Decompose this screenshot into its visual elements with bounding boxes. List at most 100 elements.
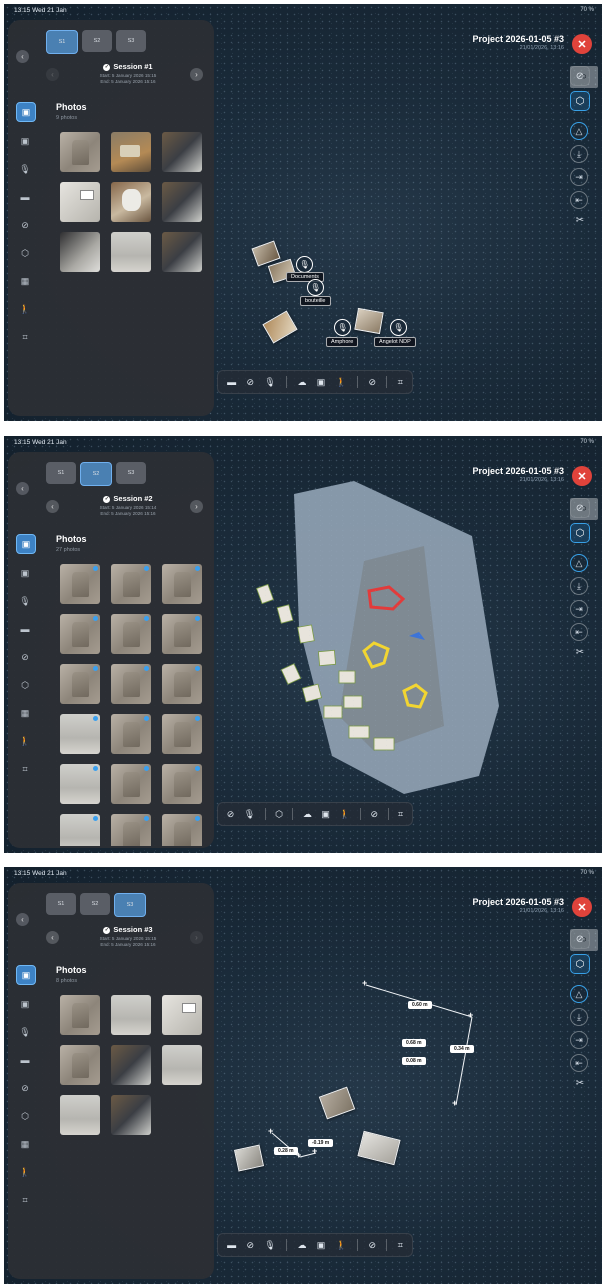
back-icon[interactable]: ‹ xyxy=(16,482,29,495)
cube-3d-icon[interactable]: ⬡ xyxy=(570,523,590,543)
arrow-down-icon[interactable]: ⤓ xyxy=(570,145,588,163)
mic-marker-icon[interactable]: 🎙 xyxy=(334,319,351,336)
tab-s1[interactable]: S1 xyxy=(46,893,76,915)
compass-icon[interactable]: ⊘ xyxy=(227,809,235,820)
back-icon[interactable]: ‹ xyxy=(16,913,29,926)
walk-icon[interactable]: 🚶 xyxy=(16,300,34,318)
scissors-icon[interactable]: ✂ xyxy=(570,215,590,226)
arrow-right-icon[interactable]: ⇥ xyxy=(570,168,588,186)
scan-icon[interactable]: ⌗ xyxy=(16,328,34,346)
arrow-left-icon[interactable]: ⇤ xyxy=(570,191,588,209)
walk-icon[interactable]: 🚶 xyxy=(16,1163,34,1181)
measurement-label[interactable]: 0.60 m xyxy=(408,1001,432,1009)
photo-thumbnail[interactable] xyxy=(162,182,202,222)
compass-icon[interactable]: ⊘ xyxy=(369,377,377,388)
photo-thumbnail[interactable] xyxy=(60,614,100,654)
photo-thumbnail[interactable] xyxy=(111,1095,151,1135)
compass-icon[interactable]: ⊘ xyxy=(16,648,34,666)
compass-icon[interactable]: ⊘ xyxy=(369,1240,377,1251)
photo-thumbnail[interactable] xyxy=(60,1045,100,1085)
ruler-icon[interactable]: ▬ xyxy=(227,377,236,387)
photo-thumbnail[interactable] xyxy=(60,664,100,704)
photo-thumbnail[interactable] xyxy=(162,232,202,272)
close-button[interactable]: ✕ xyxy=(572,466,592,486)
ruler-icon[interactable]: ▬ xyxy=(227,1240,236,1250)
measure-point[interactable]: + xyxy=(362,979,367,988)
camera-photo[interactable] xyxy=(354,307,384,335)
camera-photo[interactable] xyxy=(357,1130,401,1166)
camera-icon[interactable]: ▣ xyxy=(317,1240,326,1251)
photo-thumbnail[interactable] xyxy=(111,182,151,222)
measurement-label[interactable]: 0.08 m xyxy=(402,1057,426,1065)
mic-icon[interactable]: 🎙 xyxy=(264,377,275,388)
compass-icon[interactable]: ⊘ xyxy=(246,377,254,388)
mic-icon[interactable]: 🎙 xyxy=(244,809,255,820)
cube-icon[interactable]: ⬡ xyxy=(16,676,34,694)
photo-thumbnail[interactable] xyxy=(60,764,100,804)
photo-thumbnail[interactable] xyxy=(60,714,100,754)
tab-s1[interactable]: S1 xyxy=(46,30,78,54)
photo-icon[interactable]: ▣ xyxy=(16,965,36,985)
camera-icon[interactable]: ▣ xyxy=(321,809,330,820)
arrow-left-icon[interactable]: ⇤ xyxy=(570,1054,588,1072)
scan-icon[interactable]: ⌗ xyxy=(398,809,403,820)
photo-thumbnail[interactable] xyxy=(162,814,202,846)
prev-session-icon[interactable]: ‹ xyxy=(46,500,59,513)
marker-label[interactable]: bouteille xyxy=(300,296,331,306)
triangle-icon[interactable]: △ xyxy=(570,122,588,140)
arrow-down-icon[interactable]: ⤓ xyxy=(570,577,588,595)
mic-marker-icon[interactable]: 🎙 xyxy=(307,279,324,296)
tab-s1[interactable]: S1 xyxy=(46,462,76,484)
scan-icon[interactable]: ⌗ xyxy=(16,1191,34,1209)
cloud-icon[interactable]: ☁ xyxy=(297,377,306,388)
film-icon[interactable]: ▣ xyxy=(16,132,34,150)
ruler-icon[interactable]: ▬ xyxy=(16,620,34,638)
prev-session-icon[interactable]: ‹ xyxy=(46,931,59,944)
back-icon[interactable]: ‹ xyxy=(16,50,29,63)
photo-thumbnail[interactable] xyxy=(111,995,151,1035)
close-button[interactable]: ✕ xyxy=(572,897,592,917)
photo-thumbnail[interactable] xyxy=(162,614,202,654)
photo-icon[interactable]: ▣ xyxy=(16,534,36,554)
compass-icon[interactable]: ⊘ xyxy=(371,809,379,820)
photo-thumbnail[interactable] xyxy=(162,664,202,704)
mic-marker-icon[interactable]: 🎙 xyxy=(296,256,313,273)
close-button[interactable]: ✕ xyxy=(572,34,592,54)
arrow-down-icon[interactable]: ⤓ xyxy=(570,1008,588,1026)
walk-icon[interactable]: 🚶 xyxy=(336,377,347,388)
measurement-label[interactable]: 0.28 m xyxy=(274,1147,298,1155)
measurement-label[interactable]: 0.34 m xyxy=(450,1045,474,1053)
cloud-icon[interactable]: ☁ xyxy=(303,809,312,820)
tab-s3[interactable]: S3 xyxy=(114,893,146,917)
photo-thumbnail[interactable] xyxy=(60,1095,100,1135)
arrow-right-icon[interactable]: ⇥ xyxy=(570,600,588,618)
mic-icon[interactable]: 🎙 xyxy=(16,592,34,610)
mesh-model[interactable] xyxy=(224,476,524,806)
tab-s2[interactable]: S2 xyxy=(80,462,112,486)
next-session-icon[interactable]: › xyxy=(190,931,203,944)
measure-point[interactable]: + xyxy=(312,1147,317,1156)
photo-thumbnail[interactable] xyxy=(111,664,151,704)
photo-thumbnail[interactable] xyxy=(162,714,202,754)
compass-icon[interactable]: ⊘ xyxy=(246,1240,254,1251)
ruler-icon[interactable]: ▬ xyxy=(16,1051,34,1069)
triangle-icon[interactable]: △ xyxy=(570,985,588,1003)
marker-label[interactable]: Angelot NDP xyxy=(374,337,416,347)
photo-thumbnail[interactable] xyxy=(60,814,100,846)
cube-3d-icon[interactable]: ⬡ xyxy=(570,91,590,111)
scan-icon[interactable]: ⌗ xyxy=(398,1240,403,1251)
walk-icon[interactable]: 🚶 xyxy=(16,732,34,750)
camera-icon[interactable]: ▣ xyxy=(317,377,326,388)
cube-outline-icon[interactable]: ⬡ xyxy=(570,498,598,520)
measurement-label[interactable]: -0.19 m xyxy=(308,1139,334,1147)
photo-thumbnail[interactable] xyxy=(162,995,202,1035)
film-icon[interactable]: ▣ xyxy=(16,995,34,1013)
photo-thumbnail[interactable] xyxy=(60,564,100,604)
tab-s2[interactable]: S2 xyxy=(82,30,112,52)
photo-thumbnail[interactable] xyxy=(162,564,202,604)
arrow-left-icon[interactable]: ⇤ xyxy=(570,623,588,641)
photo-thumbnail[interactable] xyxy=(162,764,202,804)
ruler-icon[interactable]: ▬ xyxy=(16,188,34,206)
photo-thumbnail[interactable] xyxy=(111,132,151,172)
cube-outline-icon[interactable]: ⬡ xyxy=(570,929,598,951)
